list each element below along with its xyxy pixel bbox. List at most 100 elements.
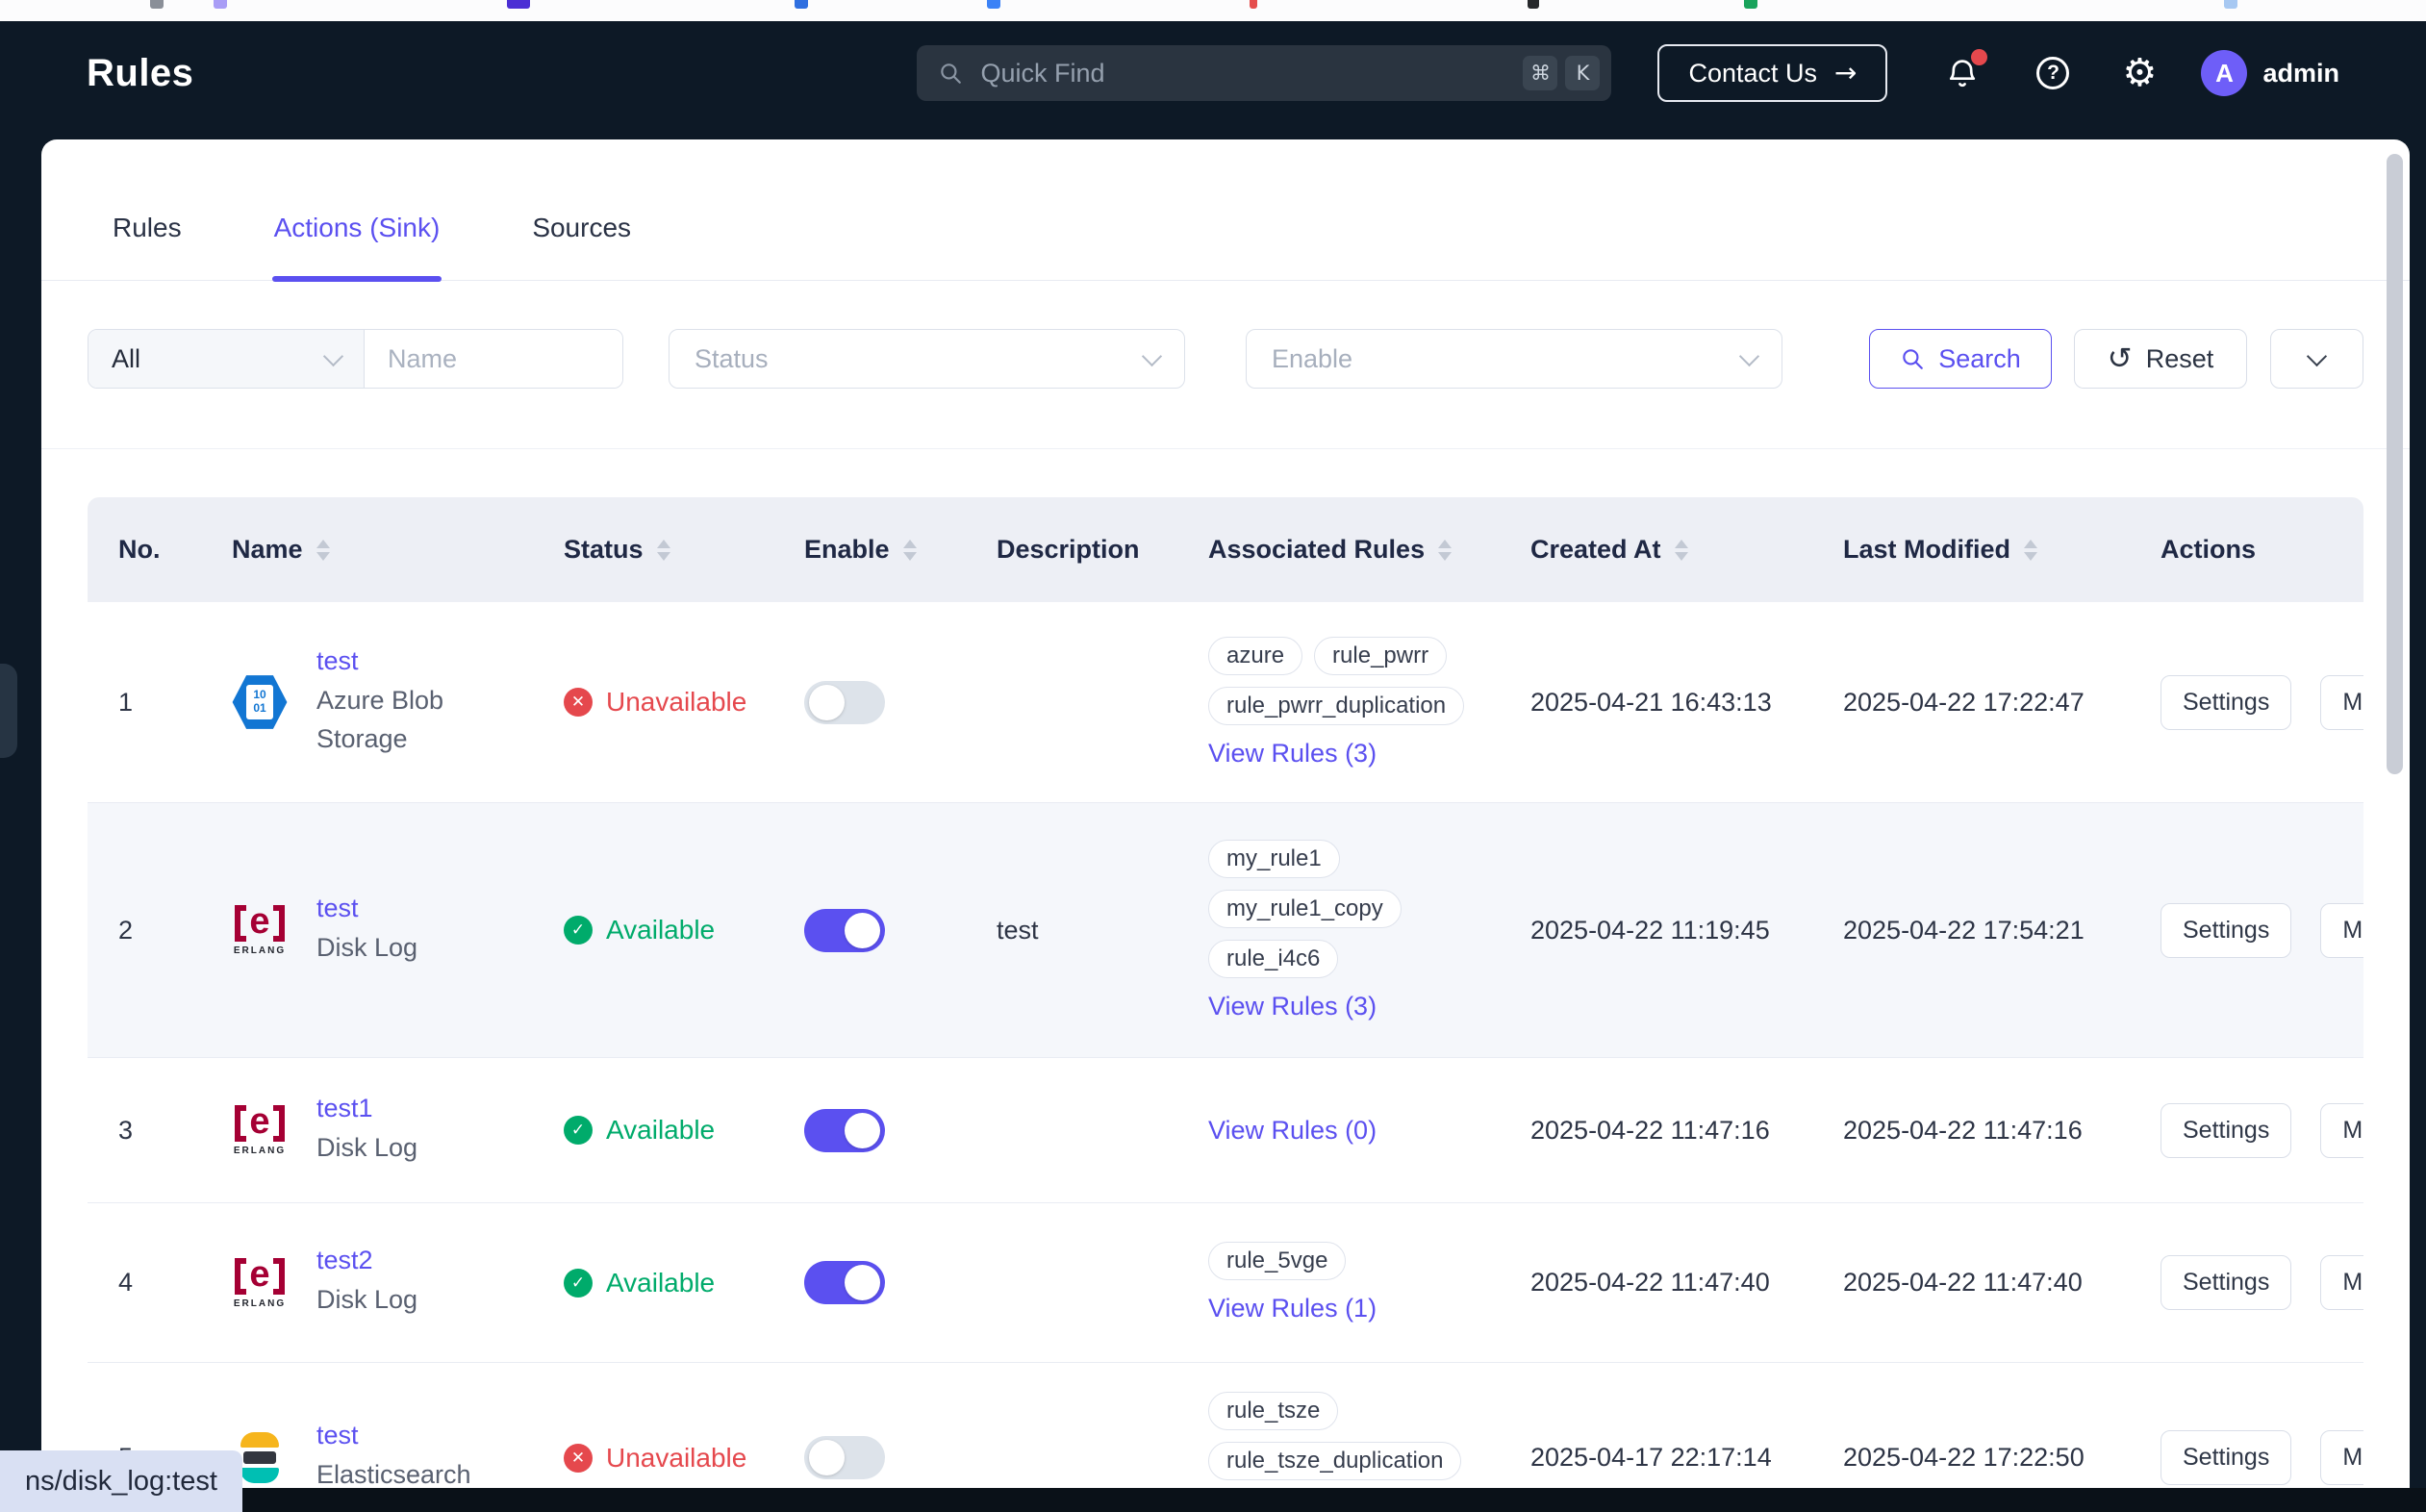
help-button[interactable]: ? (2032, 52, 2074, 94)
row-more-button[interactable]: More (2320, 1255, 2363, 1310)
avatar[interactable]: A (2201, 50, 2247, 96)
bookmarks-strip (0, 0, 2426, 21)
drawer-handle[interactable] (0, 664, 17, 758)
column-header-label: Last Modified (1843, 535, 2010, 565)
sort-icon[interactable] (657, 540, 670, 561)
table-row: 3 1001 e ERLANG test1 Disk Log ✓ Availab… (88, 1058, 2363, 1203)
cell-created-at: 2025-04-22 11:47:16 (1500, 1058, 1812, 1202)
action-type-label: Elasticsearch (316, 1456, 471, 1488)
cell-description (966, 1058, 1177, 1202)
column-header[interactable]: No. (88, 497, 201, 602)
search-button[interactable]: Search (1869, 329, 2052, 389)
erlang-disk-log-icon: e ERLANG (232, 1255, 288, 1311)
status-text: Unavailable (606, 687, 746, 718)
cell-last-modified: 2025-04-22 17:54:21 (1812, 803, 2130, 1057)
enable-filter-select[interactable]: Enable (1246, 329, 1782, 389)
row-more-button[interactable]: More (2320, 1103, 2363, 1158)
enable-toggle[interactable] (804, 681, 885, 724)
username[interactable]: admin (2262, 59, 2339, 88)
cell-no: 2 (88, 803, 201, 1057)
cell-description: test (966, 803, 1177, 1057)
sort-icon[interactable] (1675, 540, 1688, 561)
erlang-disk-log-icon: e ERLANG (232, 1102, 288, 1158)
action-type-label: Disk Log (316, 1129, 417, 1167)
row-more-button[interactable]: More (2320, 675, 2363, 730)
favicon (507, 0, 530, 9)
row-settings-button[interactable]: Settings (2161, 1255, 2291, 1310)
rule-tag: rule_pwrr (1314, 637, 1447, 675)
sort-icon[interactable] (903, 540, 917, 561)
arrow-right-icon: → (1834, 60, 1857, 87)
column-header[interactable]: Last Modified (1812, 497, 2130, 602)
cell-created-at: 2025-04-22 11:19:45 (1500, 803, 1812, 1057)
cell-associated-rules: rule_tszerule_tsze_duplication View Rule… (1177, 1363, 1500, 1488)
cell-name: 1001 e ERLANG test1 Disk Log (201, 1058, 533, 1202)
column-header[interactable]: Associated Rules (1177, 497, 1500, 602)
rule-tag: rule_i4c6 (1208, 940, 1338, 978)
name-filter-group: All (88, 329, 623, 389)
reset-button[interactable]: ↺ Reset (2074, 329, 2247, 389)
row-settings-button[interactable]: Settings (2161, 903, 2291, 958)
table-row: 5 1001 e ERLANG test Elasticsearch ✕ Una… (88, 1363, 2363, 1488)
enable-toggle[interactable] (804, 1261, 885, 1304)
column-header-label: Enable (804, 535, 890, 565)
vertical-scrollbar[interactable] (2387, 154, 2403, 774)
enable-toggle[interactable] (804, 909, 885, 952)
row-settings-button[interactable]: Settings (2161, 1430, 2291, 1485)
column-header[interactable]: Actions (2130, 497, 2363, 602)
cell-created-at: 2025-04-17 22:17:14 (1500, 1363, 1812, 1488)
azure-blob-storage-icon: 1001 (232, 674, 288, 730)
tab[interactable]: Rules (111, 186, 184, 280)
action-name-link[interactable]: test (316, 1421, 471, 1450)
name-filter-input[interactable] (365, 330, 622, 388)
column-header[interactable]: Status (533, 497, 773, 602)
favicon (1528, 0, 1539, 9)
view-rules-link[interactable]: View Rules (3) (1208, 992, 1377, 1021)
status-filter-placeholder: Status (695, 344, 769, 374)
column-header[interactable]: Created At (1500, 497, 1812, 602)
cell-status: ✓ Available (533, 1058, 773, 1202)
sort-icon[interactable] (2024, 540, 2037, 561)
chevron-down-icon (2307, 345, 2327, 365)
cell-name: 1001 e ERLANG test Disk Log (201, 803, 533, 1057)
actions-table: No. Name Status Enable Description Assoc… (88, 497, 2363, 1488)
column-header[interactable]: Name (201, 497, 533, 602)
row-settings-button[interactable]: Settings (2161, 1103, 2291, 1158)
cell-actions: Settings More (2130, 1058, 2363, 1202)
tab[interactable]: Sources (530, 186, 633, 280)
collapse-filters-button[interactable] (2270, 329, 2363, 389)
gear-icon: ⚙ (2123, 54, 2158, 92)
table-row: 1 1001 e ERLANG test Azure Blob Storage … (88, 602, 2363, 803)
rule-tags: rule_5vge (1208, 1242, 1346, 1280)
status-filter-select[interactable]: Status (669, 329, 1185, 389)
action-name-link[interactable]: test2 (316, 1246, 417, 1275)
action-name-link[interactable]: test (316, 646, 533, 676)
column-header[interactable]: Enable (773, 497, 966, 602)
sort-icon[interactable] (1438, 540, 1452, 561)
view-rules-link[interactable]: View Rules (1) (1208, 1294, 1377, 1323)
view-rules-link[interactable]: View Rules (3) (1208, 739, 1377, 769)
sort-icon[interactable] (316, 540, 330, 561)
row-more-button[interactable]: More (2320, 1430, 2363, 1485)
search-input[interactable] (978, 58, 1515, 89)
column-header[interactable]: Description (966, 497, 1177, 602)
quick-find-search[interactable]: ⌘ K (917, 45, 1611, 101)
view-rules-link[interactable]: View Rules (0) (1208, 1116, 1377, 1146)
row-settings-button[interactable]: Settings (2161, 675, 2291, 730)
contact-us-button[interactable]: Contact Us → (1657, 44, 1887, 102)
action-name-link[interactable]: test1 (316, 1094, 417, 1123)
action-name-link[interactable]: test (316, 894, 417, 923)
settings-button-top[interactable]: ⚙ (2118, 52, 2161, 94)
enable-toggle[interactable] (804, 1109, 885, 1152)
search-icon (1900, 346, 1925, 371)
search-button-label: Search (1938, 344, 2021, 374)
enable-toggle[interactable] (804, 1436, 885, 1479)
filter-type-select[interactable]: All (88, 330, 365, 388)
link-preview-statusbar: ns/disk_log:test (0, 1450, 242, 1512)
bottom-edge (0, 1488, 2426, 1512)
row-more-button[interactable]: More (2320, 903, 2363, 958)
tab[interactable]: Actions (Sink) (272, 186, 442, 280)
notifications-button[interactable] (1941, 52, 1984, 94)
cell-description (966, 1363, 1177, 1488)
status-icon: ✓ (564, 1269, 593, 1298)
